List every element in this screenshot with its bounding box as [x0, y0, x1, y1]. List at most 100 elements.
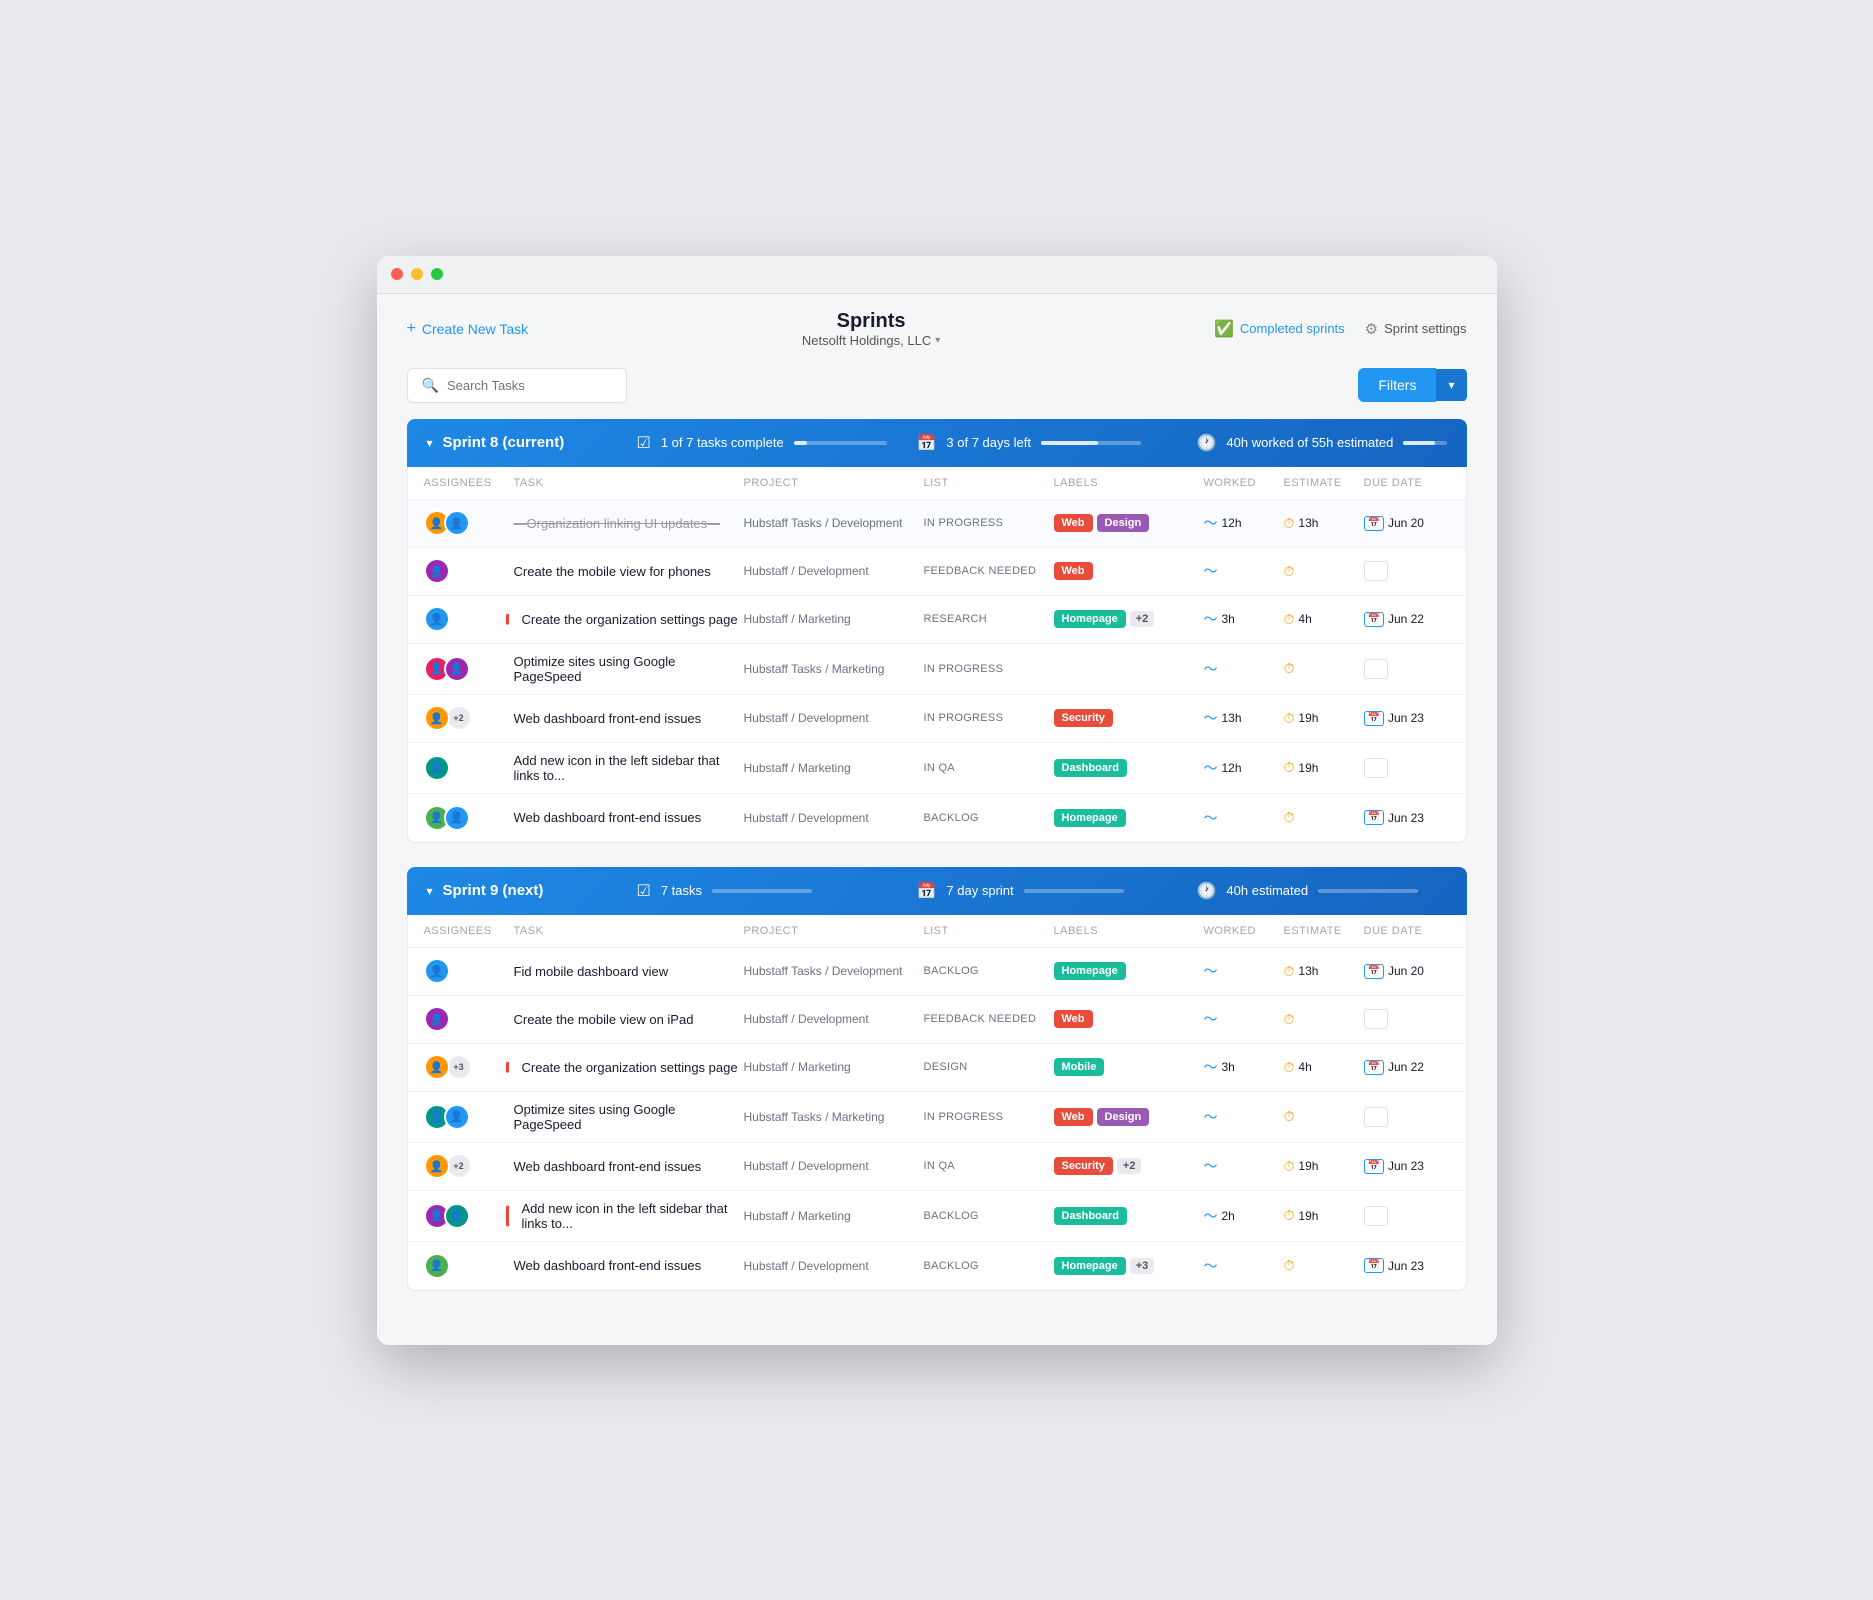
- red-priority-bar: [506, 614, 509, 625]
- sprint9-stat1-bar: [712, 889, 812, 893]
- sprint8-stat3-fill: [1403, 441, 1434, 445]
- sprint9-stat1: ☑ 7 tasks: [637, 881, 887, 901]
- sprint9-name: Sprint 9 (next): [443, 882, 544, 899]
- task-name[interactable]: Web dashboard front-end issues: [514, 810, 744, 825]
- labels-cell: Web Design: [1054, 514, 1204, 532]
- sprint9-section: ▾ Sprint 9 (next) ☑ 7 tasks 📅 7 day spri…: [407, 867, 1467, 1291]
- estimate-cell: ⏱: [1284, 563, 1364, 580]
- due-cell: 📅Jun 22: [1364, 612, 1454, 627]
- calendar-icon: 📅: [917, 433, 937, 453]
- avatar: 👤: [424, 958, 450, 984]
- label-badge: Mobile: [1054, 1058, 1105, 1076]
- app-window: + Create New Task Sprints Netsolft Holdi…: [377, 256, 1497, 1345]
- create-new-task-button[interactable]: + Create New Task: [407, 320, 529, 338]
- col-estimate: Estimate: [1284, 925, 1364, 937]
- wave-icon: 〜: [1204, 609, 1218, 629]
- sprint9-chevron[interactable]: ▾: [427, 884, 433, 898]
- label-badge: Web: [1054, 562, 1093, 580]
- task-name[interactable]: Web dashboard front-end issues: [514, 1159, 744, 1174]
- task-name[interactable]: Fid mobile dashboard view: [514, 964, 744, 979]
- list-cell: IN PROGRESS: [924, 712, 1054, 724]
- completed-sprints-button[interactable]: ✅ Completed sprints: [1214, 319, 1345, 339]
- completed-sprints-label: Completed sprints: [1240, 321, 1345, 336]
- due-cell: [1364, 758, 1454, 778]
- empty-due-box: [1364, 1009, 1388, 1029]
- empty-due-box: [1364, 1206, 1388, 1226]
- avatar-count: +3: [448, 1056, 470, 1078]
- check-circle-icon: ✅: [1214, 319, 1234, 339]
- clock-icon: ⏱: [1284, 1059, 1295, 1076]
- org-selector[interactable]: Netsolft Holdings, LLC ▾: [802, 333, 940, 348]
- wave-icon: 〜: [1204, 708, 1218, 728]
- sprint9-header: ▾ Sprint 9 (next) ☑ 7 tasks 📅 7 day spri…: [407, 867, 1467, 915]
- col-list: List: [924, 477, 1054, 489]
- project-cell: Hubstaff Tasks / Marketing: [744, 662, 924, 676]
- task-name[interactable]: Add new icon in the left sidebar that li…: [514, 753, 744, 783]
- sprint8-title-group: ▾ Sprint 8 (current): [427, 434, 607, 451]
- sprint9-stat1-text: 7 tasks: [661, 883, 702, 898]
- search-input[interactable]: [447, 378, 612, 393]
- sprint-settings-button[interactable]: ⚙ Sprint settings: [1365, 320, 1467, 338]
- sprint9-table-header: Assignees Task Project List Labels Worke…: [408, 915, 1466, 948]
- labels-cell: Homepage +2: [1054, 610, 1204, 628]
- estimate-cell: ⏱19h: [1284, 710, 1364, 727]
- wave-icon: 〜: [1204, 561, 1218, 581]
- sprint9-stat2: 📅 7 day sprint: [917, 881, 1167, 901]
- estimate-cell: ⏱: [1284, 1257, 1364, 1274]
- avatar: 👤: [424, 1006, 450, 1032]
- filters-button[interactable]: Filters ▾: [1358, 368, 1466, 402]
- wave-icon: 〜: [1204, 961, 1218, 981]
- task-name[interactable]: —Organization linking UI updates—: [514, 516, 744, 531]
- assignees-cell: 👤 +3: [424, 1054, 514, 1080]
- worked-cell: 〜: [1204, 1256, 1284, 1276]
- labels-cell: Web: [1054, 1010, 1204, 1028]
- filters-dropdown-arrow[interactable]: ▾: [1436, 369, 1466, 401]
- estimate-cell: ⏱4h: [1284, 611, 1364, 628]
- label-badge: Web: [1054, 1108, 1093, 1126]
- sprint8-chevron[interactable]: ▾: [427, 436, 433, 450]
- task-name[interactable]: Optimize sites using Google PageSpeed: [514, 1102, 744, 1132]
- task-name[interactable]: Create the mobile view for phones: [514, 564, 744, 579]
- label-badge: Security: [1054, 1157, 1113, 1175]
- close-button[interactable]: [391, 268, 403, 280]
- assignees-cell: 👤: [424, 755, 514, 781]
- labels-cell: Homepage: [1054, 962, 1204, 980]
- task-name[interactable]: Optimize sites using Google PageSpeed: [514, 654, 744, 684]
- task-name[interactable]: Create the organization settings page: [514, 1060, 744, 1075]
- top-bar: + Create New Task Sprints Netsolft Holdi…: [407, 294, 1467, 358]
- task-name[interactable]: Create the organization settings page: [514, 612, 744, 627]
- label-badge: Homepage: [1054, 610, 1126, 628]
- avatar: 👤: [424, 755, 450, 781]
- minimize-button[interactable]: [411, 268, 423, 280]
- task-name[interactable]: Web dashboard front-end issues: [514, 1258, 744, 1273]
- due-cell: 📅Jun 20: [1364, 964, 1454, 979]
- titlebar: [377, 256, 1497, 294]
- assignees-cell: 👤 👤: [424, 1203, 514, 1229]
- labels-cell: Web Design: [1054, 1108, 1204, 1126]
- filters-label[interactable]: Filters: [1358, 368, 1436, 402]
- sprint8-stat2-text: 3 of 7 days left: [946, 435, 1031, 450]
- search-box[interactable]: 🔍: [407, 368, 627, 403]
- sprint9-stat3-bar: [1318, 889, 1418, 893]
- sprint9-stat2-text: 7 day sprint: [946, 883, 1013, 898]
- red-priority-bar: [506, 1205, 509, 1226]
- worked-cell: 〜: [1204, 1156, 1284, 1176]
- worked-cell: 〜: [1204, 808, 1284, 828]
- labels-cell: Homepage +3: [1054, 1257, 1204, 1275]
- list-cell: BACKLOG: [924, 1260, 1054, 1272]
- toolbar: 🔍 Filters ▾: [407, 358, 1467, 419]
- list-cell: IN PROGRESS: [924, 517, 1054, 529]
- task-name[interactable]: Web dashboard front-end issues: [514, 711, 744, 726]
- sprint8-stat2-bar: [1041, 441, 1141, 445]
- estimate-cell: ⏱13h: [1284, 963, 1364, 980]
- wave-icon: 〜: [1204, 1009, 1218, 1029]
- maximize-button[interactable]: [431, 268, 443, 280]
- clock-icon: ⏱: [1284, 710, 1295, 727]
- task-name[interactable]: Add new icon in the left sidebar that li…: [514, 1201, 744, 1231]
- sprint8-section: ▾ Sprint 8 (current) ☑ 1 of 7 tasks comp…: [407, 419, 1467, 843]
- project-cell: Hubstaff Tasks / Development: [744, 964, 924, 978]
- list-cell: FEEDBACK NEEDED: [924, 1013, 1054, 1025]
- table-row: 👤 👤 Optimize sites using Google PageSpee…: [408, 1092, 1466, 1143]
- task-name[interactable]: Create the mobile view on iPad: [514, 1012, 744, 1027]
- label-badge: Dashboard: [1054, 759, 1127, 777]
